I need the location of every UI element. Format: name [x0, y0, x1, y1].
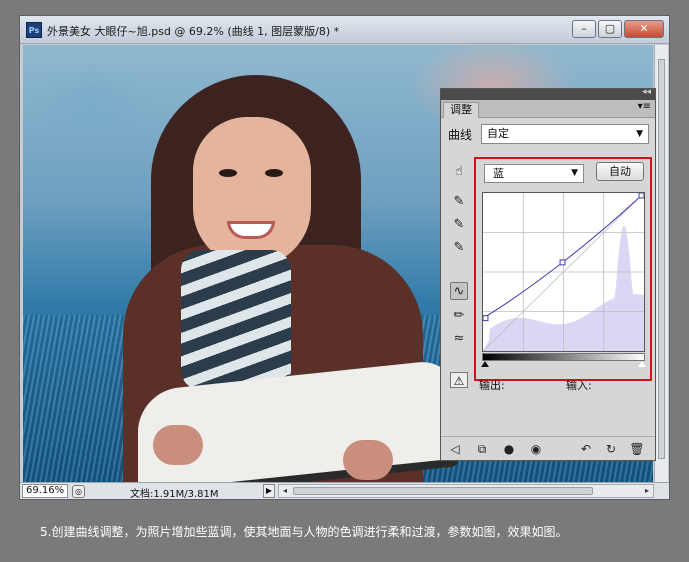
scroll-right-icon[interactable]: ▸ — [641, 485, 653, 497]
reset-icon[interactable]: ↻ — [603, 441, 619, 457]
panel-tab-row: 调整 ▾≡ — [441, 100, 655, 118]
curve-control-point — [483, 315, 489, 322]
eye-icon[interactable]: ◉ — [528, 441, 544, 457]
gray-eyedropper-icon[interactable]: ✎ — [450, 216, 468, 234]
photo-face — [193, 117, 311, 267]
horizontal-scrollbar[interactable]: ◂ ▸ — [278, 484, 654, 498]
black-eyedropper-icon[interactable]: ✎ — [450, 193, 468, 211]
curve-control-point — [638, 193, 644, 199]
collapse-icon[interactable]: ◂◂ — [642, 87, 651, 97]
photoshop-app-icon: Ps — [26, 22, 42, 38]
back-icon[interactable]: ◁ — [447, 441, 463, 457]
trash-icon[interactable]: 🗑 — [629, 441, 645, 457]
document-size-info: 文档:1.91M/3.81M — [130, 489, 219, 500]
smooth-icon[interactable]: ≈ — [450, 330, 468, 348]
photo-mouth — [227, 221, 275, 239]
white-eyedropper-icon[interactable]: ✎ — [450, 239, 468, 257]
photo-hand-right — [343, 440, 393, 480]
vertical-scroll-thumb[interactable] — [658, 59, 665, 459]
curve-point-icon[interactable]: ∿ — [450, 282, 468, 300]
curve-graph[interactable] — [482, 192, 645, 352]
visibility-mask-icon[interactable]: ● — [501, 441, 517, 457]
photo-eye-right — [265, 169, 283, 177]
close-button[interactable]: ✕ — [624, 20, 664, 38]
vertical-scrollbar[interactable] — [654, 45, 668, 483]
output-label: 输出: — [479, 379, 505, 392]
white-point-slider[interactable] — [638, 361, 646, 367]
clipping-warning-icon[interactable]: ⚠ — [450, 372, 468, 388]
minimize-button[interactable]: – — [572, 20, 596, 38]
channel-value: 蓝 — [493, 167, 504, 180]
target-adjust-icon[interactable]: ☝ — [450, 163, 468, 181]
photo-hand-left — [153, 425, 203, 465]
channel-select[interactable]: 蓝 ▼ — [484, 164, 584, 183]
black-point-slider[interactable] — [481, 361, 489, 367]
window-controls: – ▢ ✕ — [572, 20, 664, 38]
adjustments-panel: ◂◂ 调整 ▾≡ 曲线 自定 ▼ ☝ ✎ ✎ ✎ ∿ ✏ ≈ 蓝 ▼ 自动 ⚠ 输出: 输入… — [440, 87, 656, 461]
status-bar: 69.16% ◎ 文档:1.91M/3.81M ▶ ◂ ▸ — [20, 482, 669, 500]
document-window: Ps 外景美女 大眼仔~旭.psd @ 69.2% (曲线 1, 图层蒙版/8)… — [19, 15, 670, 500]
tab-adjustments[interactable]: 调整 — [443, 102, 479, 118]
chevron-down-icon: ▼ — [571, 168, 578, 178]
input-gradient-bar — [482, 353, 645, 361]
status-menu-arrow-icon[interactable]: ▶ — [263, 484, 275, 498]
preset-select[interactable]: 自定 ▼ — [481, 124, 649, 144]
curve-control-point — [559, 259, 566, 266]
restore-button[interactable]: ▢ — [598, 20, 622, 38]
photo-eye-left — [219, 169, 237, 177]
panel-menu-icon[interactable]: ▾≡ — [638, 101, 651, 112]
horizontal-scroll-thumb[interactable] — [293, 487, 593, 495]
preset-value: 自定 — [487, 127, 509, 140]
pencil-icon[interactable]: ✏ — [450, 307, 468, 325]
tutorial-caption: 5.创建曲线调整，为照片增加些蓝调，使其地面与人物的色调进行柔和过渡，参数如图，… — [40, 525, 568, 539]
panel-header-bar[interactable]: ◂◂ — [441, 87, 655, 100]
input-label: 输入: — [566, 379, 592, 392]
zoom-preset-icon[interactable]: ◎ — [72, 485, 85, 498]
zoom-field[interactable]: 69.16% — [22, 484, 68, 498]
scroll-left-icon[interactable]: ◂ — [279, 485, 291, 497]
clip-layer-icon[interactable]: ⧉ — [474, 441, 490, 457]
photo-scarf — [181, 250, 291, 390]
curves-label: 曲线 — [448, 128, 473, 142]
auto-button[interactable]: 自动 — [596, 162, 644, 181]
panel-footer: ◁ ⧉ ● ◉ ↶ ↻ 🗑 — [441, 436, 655, 460]
chevron-down-icon: ▼ — [636, 129, 643, 139]
title-bar[interactable]: Ps 外景美女 大眼仔~旭.psd @ 69.2% (曲线 1, 图层蒙版/8)… — [20, 16, 669, 44]
previous-state-icon[interactable]: ↶ — [578, 441, 594, 457]
window-title: 外景美女 大眼仔~旭.psd @ 69.2% (曲线 1, 图层蒙版/8) * — [47, 25, 340, 38]
